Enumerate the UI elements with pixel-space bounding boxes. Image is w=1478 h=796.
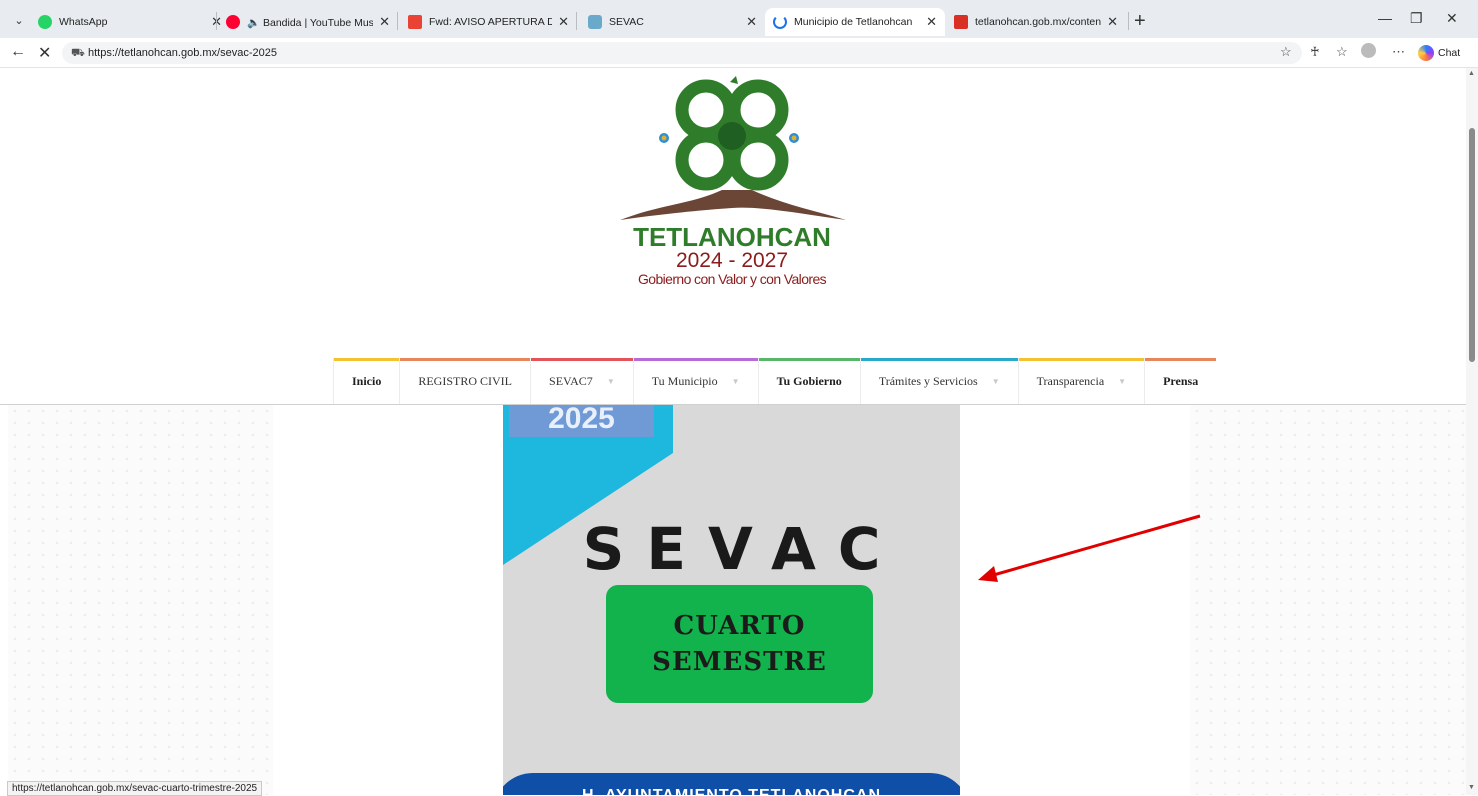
chevron-down-icon: ▼: [606, 376, 615, 386]
url-text: https://tetlanohcan.gob.mx/sevac-2025: [88, 47, 277, 59]
tab-whatsapp[interactable]: WhatsApp ✕: [30, 8, 230, 36]
sevac-icon: [588, 15, 602, 29]
address-bar-row: ← ✕ ⛟ https://tetlanohcan.gob.mx/sevac-2…: [0, 38, 1478, 68]
annotation-arrow: [978, 514, 1201, 582]
nav-accent-bar: [400, 358, 531, 361]
tetlanohcan-logo[interactable]: TETLANOHCAN 2024 - 2027 Gobierno con Val…: [612, 74, 852, 294]
tab-youtube-music[interactable]: 🔈 Bandida | YouTube Music ✕: [218, 8, 398, 36]
poster-year: 2025: [509, 405, 654, 437]
chat-label: Chat: [1438, 47, 1461, 59]
logo-years: 2024 - 2027: [676, 249, 788, 272]
close-icon[interactable]: ✕: [1107, 14, 1118, 30]
tab-divider: [216, 12, 217, 30]
nav-item-transparencia[interactable]: Transparencia ▼: [1017, 358, 1145, 404]
sevac-poster-link[interactable]: 2025 SEVAC CUARTO SEMESTRE H. AYUNTAMIEN…: [503, 405, 960, 795]
poster-box-line1: CUARTO: [673, 611, 806, 641]
nav-item-prensa[interactable]: Prensa: [1144, 358, 1217, 404]
more-options-icon[interactable]: ⋯: [1392, 44, 1405, 60]
close-icon[interactable]: ✕: [746, 14, 757, 30]
scroll-up-icon[interactable]: ▲: [1468, 70, 1475, 77]
close-icon[interactable]: ✕: [558, 14, 569, 30]
pdf-icon: [954, 15, 968, 29]
tab-divider: [576, 12, 577, 30]
tab-label: 🔈 Bandida | YouTube Music: [247, 16, 374, 29]
logo-name: TETLANOHCAN: [633, 222, 831, 252]
nav-label: Trámites y Servicios: [878, 373, 978, 388]
poster-footer: H. AYUNTAMIENTO TETLANOHCAN: [503, 773, 960, 795]
nav-accent-bar: [1145, 358, 1217, 361]
nav-label: Transparencia: [1036, 373, 1105, 388]
tab-pdf[interactable]: tetlanohcan.gob.mx/contenidos/te ✕: [946, 8, 1126, 36]
browser-tab-bar: ⌄ WhatsApp ✕ 🔈 Bandida | YouTube Music ✕…: [0, 0, 1478, 38]
extensions-icon[interactable]: ♰: [1310, 44, 1320, 60]
restore-icon[interactable]: ❐: [1410, 10, 1423, 27]
minimize-icon[interactable]: —: [1378, 10, 1392, 26]
tab-divider: [1128, 12, 1129, 30]
url-input[interactable]: ⛟ https://tetlanohcan.gob.mx/sevac-2025: [62, 42, 1302, 64]
new-tab-plus-icon[interactable]: +: [1134, 8, 1146, 34]
chevron-down-icon: ▼: [1118, 376, 1127, 386]
nav-label: Prensa: [1163, 373, 1199, 388]
nav-label: SEVAC7: [549, 373, 593, 388]
favorites-icon[interactable]: ☆: [1336, 44, 1348, 60]
nav-accent-bar: [334, 358, 400, 361]
nav-item-registro-civil[interactable]: REGISTRO CIVIL: [399, 358, 531, 404]
nav-accent-bar: [860, 358, 1018, 361]
main-nav: Inicio REGISTRO CIVIL SEVAC7 ▼ Tu Munici…: [333, 358, 1217, 404]
nav-accent-bar: [758, 358, 860, 361]
poster-title: SEVAC: [582, 515, 903, 583]
tab-sevac[interactable]: SEVAC ✕: [580, 8, 765, 36]
page-viewport: TETLANOHCAN 2024 - 2027 Gobierno con Val…: [0, 68, 1466, 795]
close-icon[interactable]: ✕: [926, 14, 937, 30]
link-status-tooltip: https://tetlanohcan.gob.mx/sevac-cuarto-…: [7, 781, 263, 796]
nav-item-tramites-servicios[interactable]: Trámites y Servicios ▼: [859, 358, 1018, 404]
poster-box-line2: SEMESTRE: [652, 647, 827, 677]
nav-label: Inicio: [352, 373, 382, 388]
chevron-down-icon: ▼: [991, 376, 1000, 386]
nav-item-inicio[interactable]: Inicio: [333, 358, 400, 404]
tab-label: WhatsApp: [59, 16, 108, 28]
profile-avatar-icon[interactable]: [1361, 43, 1376, 58]
stop-loading-icon[interactable]: ✕: [38, 43, 51, 63]
nav-label: Tu Municipio: [651, 373, 718, 388]
youtube-music-icon: [226, 15, 240, 29]
chevron-down-icon: ▼: [731, 376, 740, 386]
tab-actions-menu-icon[interactable]: ⌄: [8, 11, 30, 31]
background-pattern: [1190, 405, 1466, 795]
copilot-chat-button[interactable]: Chat: [1414, 42, 1466, 64]
background-pattern: [8, 405, 273, 795]
site-info-icon[interactable]: ⛟: [71, 42, 85, 64]
tab-municipio-tetlanohcan[interactable]: Municipio de Tetlanohcan ✕: [765, 8, 945, 36]
close-icon[interactable]: ✕: [379, 14, 390, 30]
scrollbar-thumb[interactable]: [1469, 128, 1475, 362]
nav-item-tu-municipio[interactable]: Tu Municipio ▼: [632, 358, 758, 404]
scroll-down-icon[interactable]: ▼: [1468, 784, 1475, 791]
logo-slogan: Gobierno con Valor y con Valores: [638, 271, 827, 287]
copilot-icon: [1418, 45, 1434, 61]
gmail-icon: [408, 15, 422, 29]
nav-item-tu-gobierno[interactable]: Tu Gobierno: [757, 358, 860, 404]
nav-label: REGISTRO CIVIL: [418, 373, 513, 388]
nav-accent-bar: [1018, 358, 1145, 361]
site-header: TETLANOHCAN 2024 - 2027 Gobierno con Val…: [0, 68, 1466, 405]
nav-accent-bar: [531, 358, 633, 361]
tab-label: tetlanohcan.gob.mx/contenidos/te: [975, 16, 1102, 28]
poster-green-box: CUARTO SEMESTRE: [606, 585, 873, 703]
tab-label: Fwd: AVISO APERTURA DE PLATAF: [429, 16, 553, 28]
whatsapp-icon: [38, 15, 52, 29]
tab-label: Municipio de Tetlanohcan: [794, 16, 913, 28]
tab-divider: [397, 12, 398, 30]
nav-item-sevac7[interactable]: SEVAC7 ▼: [530, 358, 633, 404]
tab-gmail[interactable]: Fwd: AVISO APERTURA DE PLATAF ✕: [400, 8, 577, 36]
loading-icon: [773, 15, 787, 29]
favorite-star-icon[interactable]: ☆: [1280, 44, 1292, 60]
page-scrollbar[interactable]: ▲ ▼: [1466, 68, 1478, 795]
tab-label: SEVAC: [609, 16, 644, 28]
nav-label: Tu Gobierno: [776, 373, 842, 388]
back-arrow-icon[interactable]: ←: [10, 43, 26, 61]
nav-accent-bar: [633, 358, 758, 361]
window-close-icon[interactable]: ✕: [1446, 10, 1458, 27]
